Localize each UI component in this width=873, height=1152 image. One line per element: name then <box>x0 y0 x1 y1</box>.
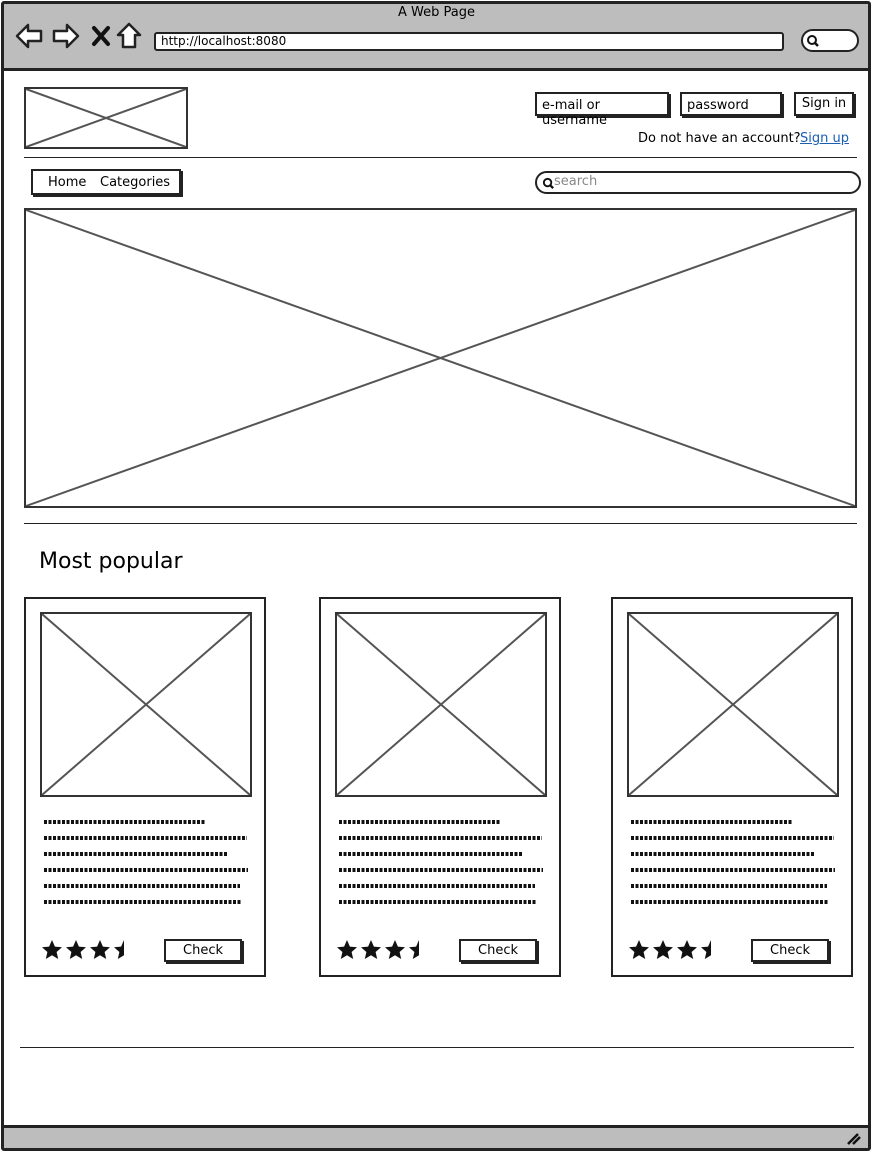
product-card: Check <box>319 597 561 977</box>
hero-image-placeholder <box>24 208 857 508</box>
star-icon <box>361 940 381 959</box>
card-image-placeholder <box>335 612 547 797</box>
rating-stars <box>628 939 722 961</box>
star-icon <box>90 940 110 959</box>
half-star-icon <box>409 940 419 959</box>
logo-placeholder <box>24 87 188 149</box>
footer-divider <box>20 1047 854 1048</box>
main-nav: Home Categories <box>31 169 181 195</box>
section-divider <box>24 523 857 524</box>
check-button[interactable]: Check <box>459 939 537 962</box>
star-icon <box>653 940 673 959</box>
card-text-placeholder <box>631 820 835 904</box>
product-card: Check <box>24 597 266 977</box>
card-image-placeholder <box>627 612 839 797</box>
card-text-placeholder <box>44 820 248 904</box>
login-username-field[interactable]: e-mail or username <box>535 92 669 128</box>
star-icon <box>42 940 62 959</box>
star-icon <box>385 940 405 959</box>
card-image-placeholder <box>40 612 252 797</box>
section-title: Most popular <box>39 549 183 574</box>
nav-item-home[interactable]: Home <box>48 175 86 190</box>
card-text-placeholder <box>339 820 543 904</box>
no-account-text: Do not have an account? <box>638 131 801 146</box>
star-icon <box>337 940 357 959</box>
signin-button[interactable]: Sign in <box>794 92 854 116</box>
star-icon <box>677 940 697 959</box>
check-button[interactable]: Check <box>164 939 242 962</box>
star-icon <box>66 940 86 959</box>
check-button[interactable]: Check <box>751 939 829 962</box>
star-icon <box>629 940 649 959</box>
rating-stars <box>336 939 430 961</box>
login-password-field[interactable]: password <box>680 92 782 116</box>
half-star-icon <box>701 940 711 959</box>
rating-stars <box>41 939 135 961</box>
site-search-placeholder: search <box>554 174 598 189</box>
signup-link[interactable]: Sign up <box>800 131 849 146</box>
header-divider <box>24 157 857 158</box>
nav-item-categories[interactable]: Categories <box>100 175 170 190</box>
half-star-icon <box>114 940 124 959</box>
product-card: Check <box>611 597 853 977</box>
